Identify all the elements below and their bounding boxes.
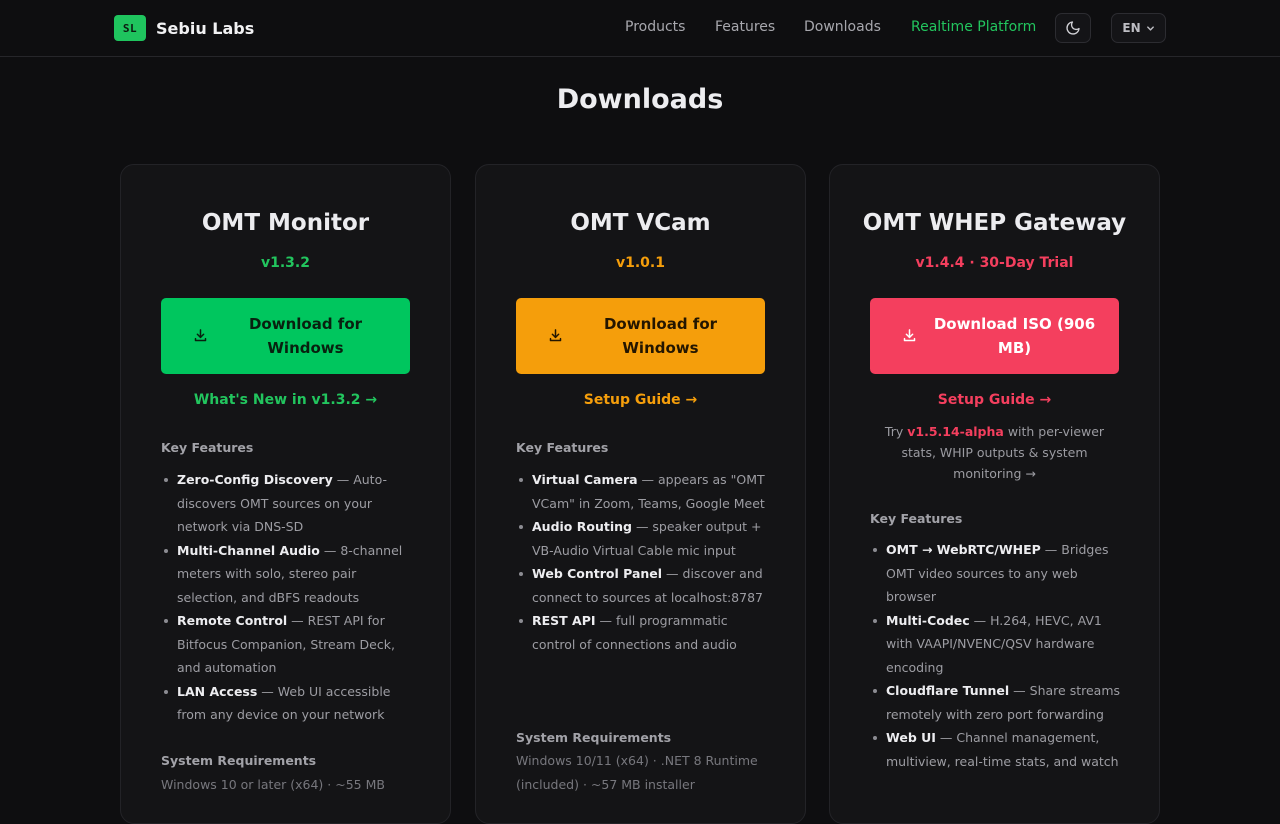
list-item: Virtual Camera — appears as "OMT VCam" i… (516, 468, 768, 515)
list-item: Web Control Panel — discover and connect… (516, 562, 768, 609)
download-icon (903, 329, 916, 342)
alpha-version-note[interactable]: Try v1.5.14-alpha with per-viewer stats,… (870, 421, 1119, 484)
brand-name: Sebiu Labs (156, 18, 255, 38)
key-features-heading: Key Features (161, 440, 254, 455)
setup-guide-link[interactable]: Setup Guide → (830, 392, 1159, 408)
page-title: Downloads (556, 84, 724, 115)
download-icon (549, 329, 562, 342)
feature-list: Virtual Camera — appears as "OMT VCam" i… (516, 468, 768, 656)
download-button-label: Download ISO (906 MB) (933, 315, 1096, 357)
theme-toggle-button[interactable] (1055, 13, 1091, 43)
list-item: REST API — full programmatic control of … (516, 609, 768, 656)
nav-link-downloads[interactable]: Downloads (804, 19, 881, 35)
brand-home-link[interactable]: SL Sebiu Labs (114, 15, 254, 41)
feature-list: OMT → WebRTC/WHEP — Bridges OMT video so… (870, 538, 1122, 773)
top-nav-bar: SL Sebiu Labs Products Features Download… (0, 0, 1280, 57)
alpha-version-link: v1.5.14-alpha (907, 424, 1004, 439)
key-features-heading: Key Features (516, 440, 609, 455)
system-requirements-text: Windows 10/11 (x64) · .NET 8 Runtime (in… (516, 753, 758, 792)
nav-link-realtime-platform[interactable]: Realtime Platform (911, 19, 1036, 35)
card-title: OMT Monitor (201, 210, 370, 236)
key-features-heading: Key Features (870, 511, 963, 526)
download-button-label: Download for Windows (603, 315, 718, 357)
list-item: Multi-Channel Audio — 8-channel meters w… (161, 539, 413, 610)
download-windows-button[interactable]: Download for Windows (161, 298, 410, 374)
setup-guide-link[interactable]: Setup Guide → (476, 392, 805, 408)
product-card-omt-monitor: OMT Monitor v1.3.2 Download for Windows … (120, 164, 451, 824)
download-icon (194, 329, 207, 342)
language-selector[interactable]: EN (1111, 13, 1166, 43)
nav-link-products[interactable]: Products (625, 19, 685, 35)
system-requirements-text: Windows 10 or later (x64) · ~55 MB (161, 777, 385, 792)
system-requirements-heading: System Requirements (516, 730, 672, 745)
product-card-omt-vcam: OMT VCam v1.0.1 Download for Windows Set… (475, 164, 806, 824)
language-code: EN (1122, 21, 1141, 35)
list-item: Cloudflare Tunnel — Share streams remote… (870, 679, 1122, 726)
list-item: Audio Routing — speaker output + VB-Audi… (516, 515, 768, 562)
chevron-down-icon (1146, 25, 1154, 31)
brand-logo: SL (114, 15, 146, 41)
nav-link-features[interactable]: Features (715, 19, 775, 35)
list-item: OMT → WebRTC/WHEP — Bridges OMT video so… (870, 538, 1122, 609)
download-iso-button[interactable]: Download ISO (906 MB) (870, 298, 1119, 374)
card-title: OMT VCam (570, 210, 711, 236)
list-item: Web UI — Channel management, multiview, … (870, 726, 1122, 773)
list-item: Multi-Codec — H.264, HEVC, AV1 with VAAP… (870, 609, 1122, 680)
moon-icon (1066, 21, 1080, 35)
whats-new-link[interactable]: What's New in v1.3.2 → (121, 392, 450, 408)
list-item: Zero-Config Discovery — Auto-discovers O… (161, 468, 413, 539)
feature-list: Zero-Config Discovery — Auto-discovers O… (161, 468, 413, 727)
card-version: v1.0.1 (616, 255, 665, 271)
list-item: LAN Access — Web UI accessible from any … (161, 680, 413, 727)
card-title: OMT WHEP Gateway (862, 210, 1127, 236)
system-requirements-heading: System Requirements (161, 753, 317, 768)
download-windows-button[interactable]: Download for Windows (516, 298, 765, 374)
download-button-label: Download for Windows (248, 315, 363, 357)
product-card-omt-whep-gateway: OMT WHEP Gateway v1.4.4 · 30-Day Trial D… (829, 164, 1160, 824)
card-version: v1.3.2 (261, 255, 310, 271)
list-item: Remote Control — REST API for Bitfocus C… (161, 609, 413, 680)
card-version: v1.4.4 · 30-Day Trial (915, 255, 1074, 271)
